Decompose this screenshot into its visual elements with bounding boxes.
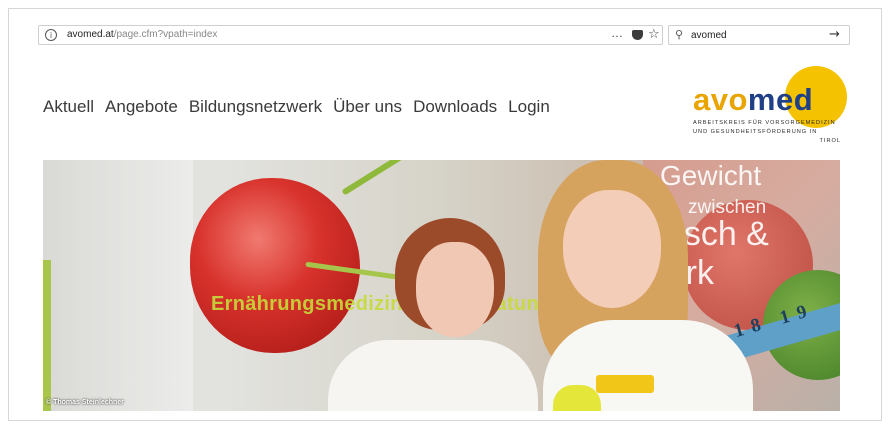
nav-item-downloads[interactable]: Downloads xyxy=(413,97,497,117)
search-icon: ⚲ xyxy=(675,28,684,41)
nav-item-angebote[interactable]: Angebote xyxy=(105,97,178,117)
url-path: /page.cfm?vpath=index xyxy=(113,29,218,40)
poster-title: Gewicht xyxy=(660,160,762,191)
logo-tagline-line2: UND GESUNDHEITSFÖRDERUNG IN xyxy=(693,129,818,135)
avomed-logo[interactable]: avomed ARBEITSKREIS FÜR VORSORGEMEDIZIN … xyxy=(693,66,847,156)
photo-credit: © Thomas Steinlechner xyxy=(46,399,124,406)
shirt-logo xyxy=(596,375,654,393)
pocket-icon[interactable] xyxy=(632,30,643,40)
search-input[interactable]: avomed xyxy=(691,30,727,41)
nav-item-aktuell[interactable]: Aktuell xyxy=(43,97,94,117)
logo-tagline-line3: TIROL xyxy=(819,138,841,144)
arrow-right-icon[interactable]: → xyxy=(829,27,840,42)
main-navigation: Aktuell Angebote Bildungsnetzwerk Über u… xyxy=(43,97,550,117)
search-bar[interactable]: ⚲ avomed → xyxy=(668,25,850,45)
address-url[interactable]: avomed.at/page.cfm?vpath=index xyxy=(67,29,217,40)
nav-item-bildungsnetzwerk[interactable]: Bildungsnetzwerk xyxy=(189,97,322,117)
logo-tagline-line1: ARBEITSKREIS FÜR VORSORGEMEDIZIN xyxy=(693,120,836,126)
star-icon[interactable]: ☆ xyxy=(648,27,660,42)
nav-item-login[interactable]: Login xyxy=(508,97,550,117)
info-icon[interactable]: i xyxy=(45,29,57,41)
logo-wordmark: avomed xyxy=(693,82,814,117)
hero-image: 18 19 Gewicht zwischen unsch & Wirk Ernä… xyxy=(43,160,840,411)
logo-tagline: ARBEITSKREIS FÜR VORSORGEMEDIZIN UND GES… xyxy=(693,119,841,146)
nav-item-ueber-uns[interactable]: Über uns xyxy=(333,97,402,117)
url-host: avomed.at xyxy=(67,29,114,40)
address-bar[interactable]: i avomed.at/page.cfm?vpath=index … ☆ xyxy=(38,25,663,45)
page-actions-menu-icon[interactable]: … xyxy=(611,26,624,40)
